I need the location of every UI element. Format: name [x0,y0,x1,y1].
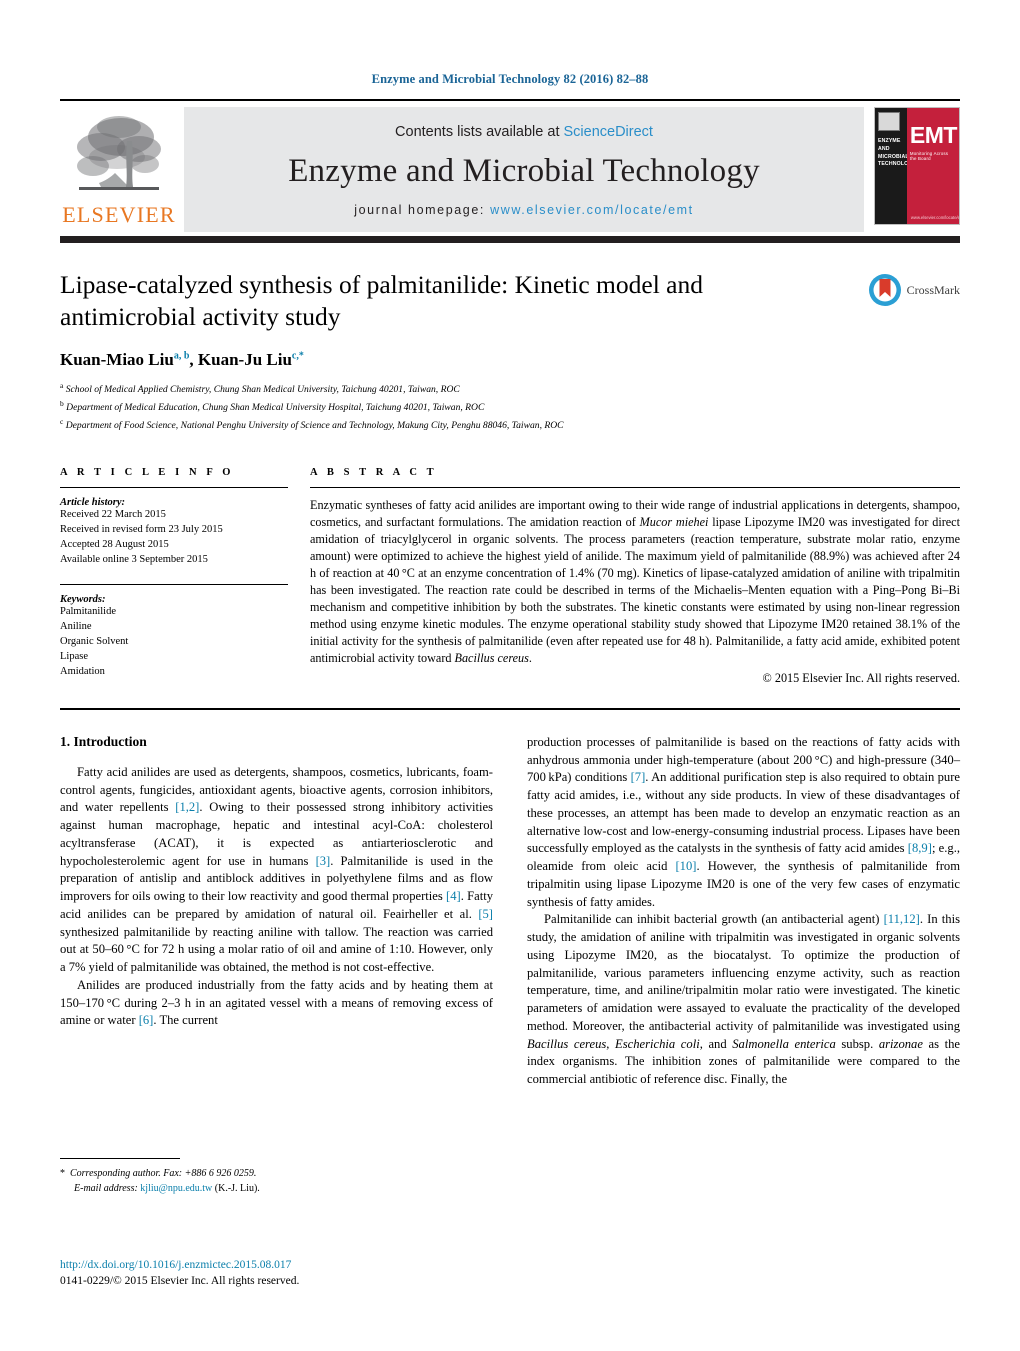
affiliation-text: School of Medical Applied Chemistry, Chu… [65,384,460,396]
cover-journal-name: ENZYME AND MICROBIAL TECHNOLOGY [878,138,917,168]
cover-emt-logo: EMT [909,122,958,148]
body-column-right: production processes of palmitanilide is… [527,734,960,1089]
contents-prefix: Contents lists available at [395,124,564,141]
history-item: Received in revised form 23 July 2015 [60,524,223,536]
doi-link[interactable]: http://dx.doi.org/10.1016/j.enzmictec.20… [60,1258,299,1274]
issn-copyright-line: 0141-0229/© 2015 Elsevier Inc. All right… [60,1274,300,1287]
email-line: E-mail address: kjliu@npu.edu.tw (K.-J. … [74,1183,260,1194]
paper-page: Enzyme and Microbial Technology 82 (2016… [0,0,1020,1351]
author-list: Kuan-Miao Liua, b, Kuan-Ju Liuc,* [60,350,304,370]
history-item: Available online 3 September 2015 [60,554,208,566]
elsevier-logo: ELSEVIER [60,107,178,232]
journal-homepage-line: journal homepage: www.elsevier.com/locat… [354,203,694,217]
crossmark-badge[interactable]: CrossMark [868,273,960,307]
affiliation-marker: c [60,416,64,426]
keywords-rule [60,584,288,586]
corresponding-author-line: * Corresponding author. Fax: +886 6 926 … [60,1168,257,1179]
colophon: http://dx.doi.org/10.1016/j.enzmictec.20… [60,1258,299,1289]
abstract-copyright: © 2015 Elsevier Inc. All rights reserved… [762,670,960,685]
abstract-rule-top [310,487,960,489]
homepage-prefix: journal homepage: [354,202,491,217]
corresponding-author-footnote: * Corresponding author. Fax: +886 6 926 … [60,1158,480,1196]
keyword-item: Palmitanilide [60,606,116,618]
body-columns: 1. Introduction Fatty acid anilides are … [60,734,960,1089]
affiliation-text: Department of Food Science, National Pen… [65,419,564,431]
keyword-item: Organic Solvent [60,635,129,647]
crossmark-icon [868,274,901,306]
affiliation-item: b Department of Medical Education, Chung… [60,398,960,416]
paragraph: Palmitanilide can inhibit bacterial grow… [527,912,961,1087]
article-info-heading: A R T I C L E I N F O [60,467,235,479]
keywords-label: Keywords: [60,594,106,606]
running-head: Enzyme and Microbial Technology 82 (2016… [371,72,649,86]
article-history-label: Article history: [60,497,126,509]
affiliation-item: a School of Medical Applied Chemistry, C… [60,380,960,398]
history-item: Accepted 28 August 2015 [60,539,169,551]
keyword-item: Aniline [60,620,92,632]
section-heading-introduction: 1. Introduction [60,733,147,749]
homepage-url-link[interactable]: www.elsevier.com/locate/emt [490,203,694,217]
paragraph: Fatty acid anilides are used as detergen… [60,764,494,975]
paragraph: Anilides are produced industrially from … [60,977,493,1028]
crossmark-label: CrossMark [906,282,960,297]
keyword-item: Lipase [60,650,88,662]
elsevier-tree-icon [77,116,161,190]
affiliation-marker: a [60,381,64,391]
cover-url: www.elsevier.com/locate/emt [910,215,960,220]
masthead-bottom-rule [60,236,960,243]
affiliation-text: Department of Medical Education, Chung S… [66,402,485,414]
article-info-column: A R T I C L E I N F O Article history: R… [60,467,288,686]
journal-band: Contents lists available at ScienceDirec… [184,107,864,232]
body-column-left: 1. Introduction Fatty acid anilides are … [60,734,493,1089]
title-block: CrossMark Lipase-catalyzed synthesis of … [60,269,960,433]
abstract-column: A B S T R A C T Enzymatic syntheses of f… [310,467,960,686]
affiliation-item: c Department of Food Science, National P… [60,416,960,434]
abstract-text: Enzymatic syntheses of fatty acid anilid… [310,498,960,665]
elsevier-wordmark: ELSEVIER [62,202,176,227]
page-title: Lipase-catalyzed synthesis of palmitanil… [60,270,703,332]
abstract-heading: A B S T R A C T [310,467,438,479]
keyword-item: Amidation [60,665,105,677]
cover-right-panel: EMT Monitoring Across the Board www.else… [906,108,960,224]
history-item: Received 22 March 2015 [60,509,166,521]
cover-badge-icon [878,112,900,131]
footnote-rule [60,1158,180,1159]
cover-left-panel: ENZYME AND MICROBIAL TECHNOLOGY [875,108,917,224]
article-info-rule [60,487,288,489]
cover-subtitle: Monitoring Across the Board [909,151,949,161]
journal-title: Enzyme and Microbial Technology [288,153,760,190]
affiliation-list: a School of Medical Applied Chemistry, C… [60,380,960,433]
abstract-bottom-rule [60,707,960,710]
affiliation-marker: b [60,398,64,408]
contents-available-line: Contents lists available at ScienceDirec… [395,124,653,140]
journal-cover-thumbnail: ENZYME AND MICROBIAL TECHNOLOGY EMT Moni… [874,107,960,225]
info-abstract-section: A R T I C L E I N F O Article history: R… [60,467,960,686]
paragraph: production processes of palmitanilide is… [527,734,960,909]
journal-masthead: ELSEVIER Contents lists available at Sci… [60,99,960,232]
sciencedirect-link[interactable]: ScienceDirect [564,124,653,140]
